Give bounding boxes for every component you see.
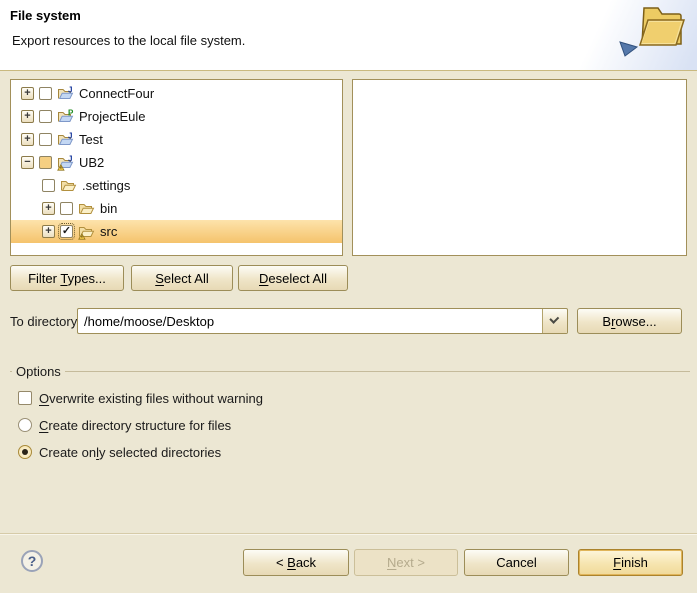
chevron-down-icon bbox=[549, 314, 559, 324]
option-control[interactable] bbox=[18, 391, 32, 405]
filter-types-button[interactable]: Filter Types... bbox=[10, 265, 124, 291]
tree-row[interactable]: + bin bbox=[11, 197, 342, 220]
item-checkbox[interactable] bbox=[60, 202, 73, 215]
help-button[interactable]: ? bbox=[21, 550, 43, 572]
to-directory-label: To directory: bbox=[10, 314, 81, 329]
folder-icon: J bbox=[57, 132, 74, 148]
tree-row[interactable]: + J Test bbox=[11, 128, 342, 151]
options-group-border bbox=[10, 371, 690, 372]
option-label[interactable]: Create only selected directories bbox=[39, 445, 221, 460]
tree-item-label[interactable]: UB2 bbox=[79, 155, 104, 170]
svg-text:J: J bbox=[68, 155, 72, 164]
option-control[interactable] bbox=[18, 418, 32, 432]
svg-text:J: J bbox=[68, 132, 72, 141]
option-control[interactable] bbox=[18, 445, 32, 459]
select-all-button[interactable]: Select All bbox=[131, 265, 233, 291]
expand-toggle-icon[interactable]: + bbox=[21, 87, 34, 100]
option-label[interactable]: Overwrite existing files without warning bbox=[39, 391, 263, 406]
tree-row[interactable]: + P ProjectEule bbox=[11, 105, 342, 128]
wizard-banner: File system Export resources to the loca… bbox=[0, 0, 697, 71]
expand-toggle-icon[interactable]: + bbox=[42, 202, 55, 215]
back-button[interactable]: < Back bbox=[243, 549, 349, 576]
item-checkbox[interactable] bbox=[39, 156, 52, 169]
tree-row[interactable]: .settings bbox=[11, 174, 342, 197]
tree-item-label[interactable]: .settings bbox=[82, 178, 130, 193]
tree-row[interactable]: + J ConnectFour bbox=[11, 82, 342, 105]
option-row[interactable]: Create directory structure for files bbox=[18, 415, 231, 435]
directory-input[interactable]: /home/moose/Desktop bbox=[78, 309, 542, 333]
tree-row[interactable]: − J UB2 bbox=[11, 151, 342, 174]
help-icon: ? bbox=[28, 553, 37, 569]
folder-icon: J bbox=[57, 155, 74, 171]
tree-item-label[interactable]: ProjectEule bbox=[79, 109, 145, 124]
tree-item-label[interactable]: src bbox=[100, 224, 117, 239]
option-row[interactable]: Create only selected directories bbox=[18, 442, 221, 462]
tree-row[interactable]: + ✓ src bbox=[11, 220, 342, 243]
tree-item-label[interactable]: Test bbox=[79, 132, 103, 147]
next-button[interactable]: Next > bbox=[354, 549, 458, 576]
deselect-all-button[interactable]: Deselect All bbox=[238, 265, 348, 291]
item-checkbox[interactable] bbox=[39, 133, 52, 146]
options-group-legend: Options bbox=[12, 364, 65, 379]
file-list-panel[interactable] bbox=[352, 79, 687, 256]
expand-toggle-icon[interactable]: + bbox=[42, 225, 55, 238]
expand-toggle-icon[interactable]: − bbox=[21, 156, 34, 169]
export-arrow-icon bbox=[617, 40, 639, 58]
tree-item-label[interactable]: ConnectFour bbox=[79, 86, 154, 101]
folder-icon bbox=[78, 201, 95, 217]
folder-icon bbox=[60, 178, 77, 194]
page-subtitle: Export resources to the local file syste… bbox=[12, 33, 245, 48]
item-checkbox[interactable] bbox=[42, 179, 55, 192]
export-wizard-dialog: { "header": { "title": "File system", "s… bbox=[0, 0, 697, 593]
finish-button[interactable]: Finish bbox=[578, 549, 683, 576]
expand-toggle-icon[interactable]: + bbox=[21, 133, 34, 146]
svg-text:P: P bbox=[68, 109, 74, 118]
expand-toggle-icon[interactable]: + bbox=[21, 110, 34, 123]
item-checkbox[interactable] bbox=[39, 87, 52, 100]
tree-indent bbox=[21, 231, 42, 232]
folder-icon bbox=[78, 224, 95, 240]
tree-item-label[interactable]: bin bbox=[100, 201, 117, 216]
option-row[interactable]: Overwrite existing files without warning bbox=[18, 388, 263, 408]
item-checkbox[interactable] bbox=[39, 110, 52, 123]
folder-icon: P bbox=[57, 109, 74, 125]
directory-dropdown-button[interactable] bbox=[542, 309, 567, 333]
tree-indent bbox=[21, 185, 42, 186]
folder-icon: J bbox=[57, 86, 74, 102]
cancel-button[interactable]: Cancel bbox=[464, 549, 569, 576]
browse-button[interactable]: Browse... bbox=[577, 308, 682, 334]
directory-combo[interactable]: /home/moose/Desktop bbox=[77, 308, 568, 334]
item-checkbox[interactable]: ✓ bbox=[60, 225, 73, 238]
page-title: File system bbox=[10, 8, 81, 23]
tree-indent bbox=[21, 208, 42, 209]
footer-separator bbox=[0, 533, 697, 535]
file-tree[interactable]: + J ConnectFour + P ProjectEule + bbox=[10, 79, 343, 256]
svg-text:J: J bbox=[68, 86, 72, 95]
option-label[interactable]: Create directory structure for files bbox=[39, 418, 231, 433]
